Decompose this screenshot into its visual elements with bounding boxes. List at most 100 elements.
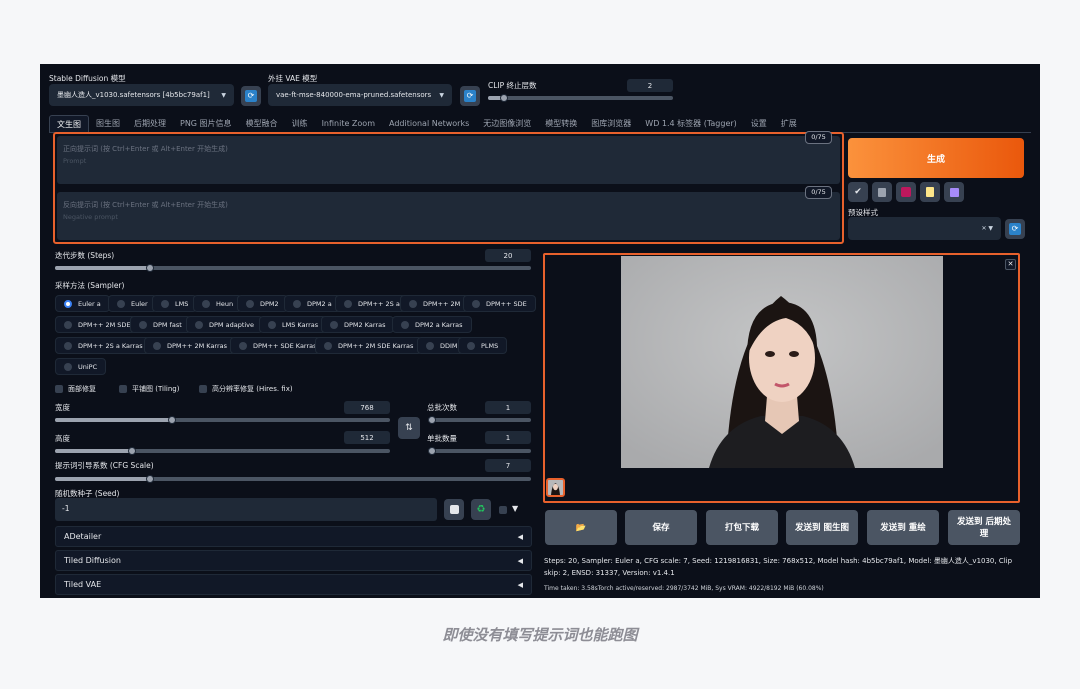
steps-value[interactable]: 20 <box>485 249 531 262</box>
batch-size-label: 单批数量 <box>427 434 457 443</box>
batch-size-slider[interactable] <box>428 447 531 455</box>
sd-model-label: Stable Diffusion 模型 <box>49 74 126 83</box>
accordion-tiled-diffusion[interactable]: Tiled Diffusion ◀ <box>55 550 532 571</box>
seed-input[interactable]: -1 <box>55 498 437 521</box>
refresh-vae-button[interactable]: ⟳ <box>460 86 480 106</box>
refresh-icon: ⟳ <box>464 90 476 102</box>
sampler-option[interactable]: UniPC <box>55 358 107 375</box>
tab-extensions[interactable]: 扩展 <box>774 115 804 133</box>
sampler-option[interactable]: DPM++ 2S a <box>335 295 409 312</box>
tab-infinite-zoom[interactable]: Infinite Zoom <box>315 115 382 133</box>
generate-button[interactable]: 生成 <box>848 138 1024 178</box>
sampler-option[interactable]: DPM2 Karras <box>321 316 395 333</box>
tab-txt2img[interactable]: 文生图 <box>49 115 89 133</box>
card-icon <box>901 187 911 197</box>
sampler-option[interactable]: DPM fast <box>130 316 191 333</box>
accordion-tiled-vae[interactable]: Tiled VAE ◀ <box>55 574 532 595</box>
sampler-option[interactable]: DPM++ 2M <box>400 295 470 312</box>
sampler-option[interactable]: DPM2 a Karras <box>392 316 472 333</box>
extra-networks-button[interactable] <box>896 182 916 202</box>
cfg-value[interactable]: 7 <box>485 459 531 472</box>
refresh-icon: ⟳ <box>1009 223 1021 235</box>
vae-model-select[interactable]: vae-ft-mse-840000-ema-pruned.safetensors… <box>268 84 452 106</box>
tab-merge[interactable]: 模型融合 <box>239 115 285 133</box>
sampler-option[interactable]: DPM++ SDE Karras <box>230 337 326 354</box>
generated-image[interactable] <box>621 256 943 468</box>
send-to-img2img-button[interactable]: 发送到 图生图 <box>786 510 858 545</box>
sampler-option[interactable]: DPM2 a <box>284 295 341 312</box>
open-folder-button[interactable]: 📂 <box>545 510 617 545</box>
batch-size-value[interactable]: 1 <box>485 431 531 444</box>
sampler-option[interactable]: Heun <box>193 295 243 312</box>
apply-button[interactable]: ✔ <box>848 182 868 202</box>
clear-chevron-icon: ✕ ▼ <box>981 225 993 232</box>
hires-fix-checkbox[interactable]: 高分辨率修复 (Hires. fix) <box>199 384 293 394</box>
save-button[interactable]: 保存 <box>625 510 697 545</box>
close-gallery-icon[interactable]: ✕ <box>1005 259 1016 270</box>
tab-model-convert[interactable]: 模型转换 <box>538 115 584 133</box>
sampler-option[interactable]: LMS <box>152 295 198 312</box>
negative-prompt-input[interactable]: 反向提示词 (按 Ctrl+Enter 或 Alt+Enter 开始生成) Ne… <box>57 192 840 240</box>
height-slider[interactable] <box>55 447 390 455</box>
refresh-model-button[interactable]: ⟳ <box>241 86 261 106</box>
tab-png-info[interactable]: PNG 图片信息 <box>173 115 239 133</box>
sampler-option[interactable]: DPM++ 2M Karras <box>144 337 237 354</box>
sampler-option[interactable]: DPM++ 2S a Karras <box>55 337 152 354</box>
tab-additional-networks[interactable]: Additional Networks <box>382 115 476 133</box>
tab-tagger[interactable]: WD 1.4 标签器 (Tagger) <box>638 115 744 133</box>
recycle-icon: ♻ <box>476 504 486 515</box>
steps-slider[interactable] <box>55 264 531 272</box>
sampler-option[interactable]: DPM2 <box>237 295 288 312</box>
clear-button[interactable] <box>872 182 892 202</box>
reuse-seed-button[interactable]: ♻ <box>471 499 491 520</box>
batch-count-value[interactable]: 1 <box>485 401 531 414</box>
save-style-button[interactable] <box>944 182 964 202</box>
width-value[interactable]: 768 <box>344 401 390 414</box>
prompt-input[interactable]: 正向提示词 (按 Ctrl+Enter 或 Alt+Enter 开始生成) Pr… <box>57 136 840 184</box>
accordion-adetailer[interactable]: ADetailer ◀ <box>55 526 532 547</box>
cfg-slider[interactable] <box>55 475 531 483</box>
trash-icon <box>878 187 886 197</box>
random-seed-button[interactable] <box>444 499 464 520</box>
sampler-option[interactable]: DPM++ 2M SDE <box>55 316 140 333</box>
sampler-option[interactable]: DPM adaptive <box>186 316 264 333</box>
swap-dimensions-button[interactable]: ⇅ <box>398 417 420 439</box>
caption-text: 即使没有填写提示词也能跑图 <box>442 626 638 644</box>
refresh-styles-button[interactable]: ⟳ <box>1005 219 1025 239</box>
tab-infinite-browser[interactable]: 无边图像浏览 <box>476 115 538 133</box>
batch-count-slider[interactable] <box>428 416 531 424</box>
tiling-checkbox[interactable]: 平铺图 (Tiling) <box>119 384 179 394</box>
sampler-label: 采样方法 (Sampler) <box>55 281 125 290</box>
sd-model-select[interactable]: 墨幽人造人_v1030.safetensors [4b5bc79af1] ▼ <box>49 84 234 106</box>
tab-img2img[interactable]: 图生图 <box>89 115 127 133</box>
clip-skip-value[interactable]: 2 <box>627 79 673 92</box>
extra-seed-toggle-icon[interactable]: ▼ <box>512 504 518 513</box>
clipboard-icon <box>926 187 934 197</box>
cfg-label: 提示词引导系数 (CFG Scale) <box>55 461 154 470</box>
tab-bar: 文生图 图生图 后期处理 PNG 图片信息 模型融合 训练 Infinite Z… <box>49 115 804 133</box>
tab-extras[interactable]: 后期处理 <box>127 115 173 133</box>
send-to-extras-button[interactable]: 发送到 后期处理 <box>948 510 1020 545</box>
height-value[interactable]: 512 <box>344 431 390 444</box>
tab-gallery[interactable]: 图库浏览器 <box>584 115 638 133</box>
vae-model-label: 外挂 VAE 模型 <box>268 74 318 83</box>
sampler-option[interactable]: Euler a <box>55 295 110 312</box>
prompt-hint: Prompt <box>63 157 87 165</box>
sampler-option[interactable]: DPM++ 2M SDE Karras <box>315 337 423 354</box>
sampler-option[interactable]: DPM++ SDE <box>463 295 536 312</box>
gallery-thumbnail[interactable] <box>546 478 565 497</box>
face-restore-checkbox[interactable]: 面部修复 <box>55 384 96 394</box>
styles-select[interactable]: ✕ ▼ <box>848 217 1001 240</box>
clip-skip-slider[interactable] <box>488 94 673 102</box>
negative-token-counter: 0/75 <box>805 186 832 199</box>
extra-seed-checkbox[interactable] <box>499 506 507 514</box>
paste-style-button[interactable] <box>920 182 940 202</box>
send-to-inpaint-button[interactable]: 发送到 重绘 <box>867 510 939 545</box>
zip-download-button[interactable]: 打包下载 <box>706 510 778 545</box>
sampler-option[interactable]: PLMS <box>458 337 508 354</box>
sampler-option[interactable]: Euler <box>108 295 157 312</box>
sampler-option[interactable]: LMS Karras <box>259 316 328 333</box>
width-slider[interactable] <box>55 416 390 424</box>
tab-settings[interactable]: 设置 <box>744 115 774 133</box>
tab-train[interactable]: 训练 <box>285 115 315 133</box>
